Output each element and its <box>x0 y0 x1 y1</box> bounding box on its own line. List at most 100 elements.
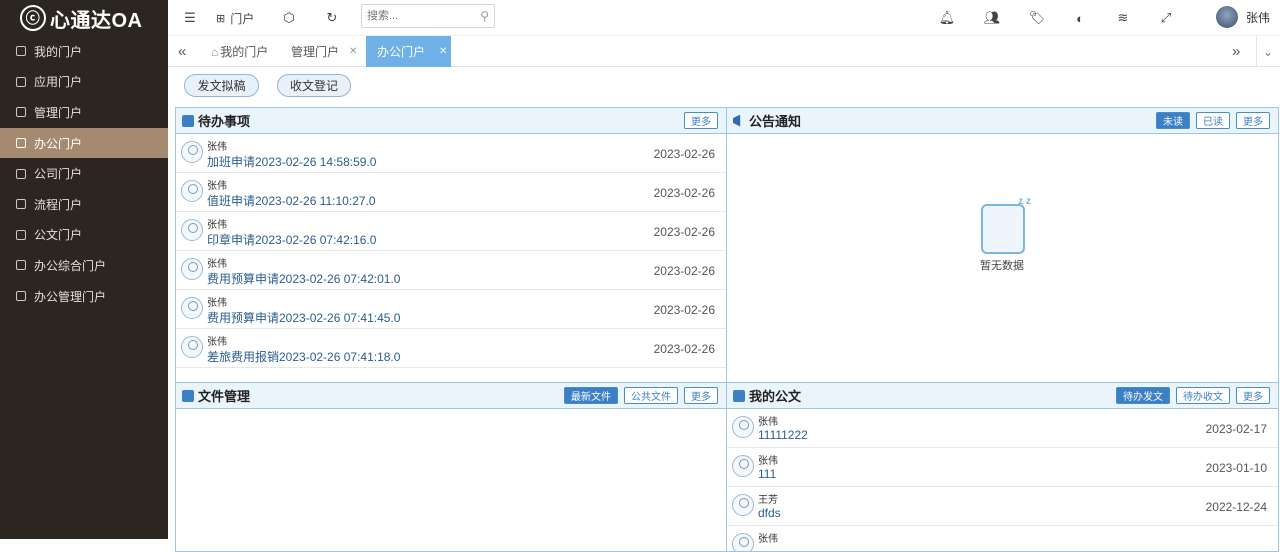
tab-my-portal[interactable]: ⌂ 我的门户 <box>202 36 277 67</box>
sidebar-item-6[interactable]: 公文门户 <box>0 220 168 251</box>
top-toolbar: ☰ ⊞ 门户 ⬡ ↻ ⚲ 🔔︎ 👥︎ 🏷︎ ◐ ≋ ⤢ 张伟 <box>168 0 1280 36</box>
tabs-scroll-left-icon[interactable]: « <box>178 36 186 67</box>
list-item[interactable]: 张伟 <box>727 526 1278 551</box>
portal-icon <box>16 107 26 118</box>
bell-icon[interactable]: 🔔︎ <box>939 10 956 26</box>
menu-icon[interactable]: ☰ <box>182 10 198 26</box>
latest-files-button[interactable]: 最新文件 <box>564 387 618 404</box>
user-menu[interactable]: 张伟 <box>1215 6 1270 28</box>
list-item[interactable]: 张伟 印章申请2023-02-26 07:42:16.0 2023-02-26 <box>176 212 726 251</box>
tab-office-portal[interactable]: 办公门户 ✕ <box>366 36 451 67</box>
my-documents-list: 张伟 11111222 2023-02-17 张伟 111 2023-01-10 王芳 dfd… <box>727 409 1278 551</box>
item-title-link[interactable]: 111 <box>758 467 776 481</box>
notice-more-button[interactable]: 更多 <box>1236 112 1270 129</box>
user-avatar-icon <box>181 141 203 163</box>
pending-send-button[interactable]: 待办发文 <box>1116 387 1170 404</box>
item-title-link[interactable]: 印章申请2023-02-26 07:42:16.0 <box>207 231 376 248</box>
home-icon: ⌂ <box>211 44 219 59</box>
search-icon[interactable]: ⚲ <box>480 9 489 23</box>
sidebar-item-8[interactable]: 办公管理门户 <box>0 281 168 312</box>
avatar <box>1215 6 1238 28</box>
item-title-link[interactable]: 差旅费用报销2023-02-26 07:41:18.0 <box>207 348 400 365</box>
item-title-link[interactable]: 费用预算申请2023-02-26 07:42:01.0 <box>207 270 400 287</box>
list-item[interactable]: 张伟 差旅费用报销2023-02-26 07:41:18.0 2023-02-26 <box>176 329 726 368</box>
portal-icon <box>16 229 26 240</box>
item-title-link[interactable]: dfds <box>758 506 781 520</box>
tab-admin-portal[interactable]: 管理门户 ✕ <box>280 36 368 67</box>
todo-panel-header: 待办事项 更多 <box>176 108 726 134</box>
item-user: 张伟 <box>207 337 227 348</box>
action-bar: 发文拟稿 收文登记 <box>168 67 1280 103</box>
empty-text: 暂无数据 <box>980 260 1024 272</box>
sidebar-item-0[interactable]: 我的门户 <box>0 36 168 67</box>
files-more-button[interactable]: 更多 <box>684 387 718 404</box>
sidebar-item-3[interactable]: 办公门户 <box>0 127 168 159</box>
list-item[interactable]: 张伟 11111222 2023-02-17 <box>727 409 1278 448</box>
sidebar-item-2[interactable]: 管理门户 <box>0 97 168 128</box>
todo-list: 张伟 加班申请2023-02-26 14:58:59.0 2023-02-26 张伟值… <box>176 134 726 368</box>
sidebar-item-7[interactable]: 办公综合门户 <box>0 250 168 281</box>
portal-icon <box>16 168 26 179</box>
unread-tab-button[interactable]: 未读 <box>1156 112 1190 129</box>
read-tab-button[interactable]: 已读 <box>1196 112 1230 129</box>
refresh-icon[interactable]: ↻ <box>324 10 340 26</box>
item-user: 张伟 <box>758 456 778 467</box>
contacts-icon[interactable]: 👥︎ <box>984 10 1001 26</box>
portal-icon <box>16 291 26 302</box>
inbox-icon <box>733 389 745 402</box>
my-documents-more-button[interactable]: 更多 <box>1236 387 1270 404</box>
item-date: 2023-02-26 <box>653 264 715 278</box>
item-title-link[interactable]: 费用预算申请2023-02-26 07:41:45.0 <box>207 309 400 326</box>
item-title-link[interactable]: 值班申请2023-02-26 11:10:27.0 <box>207 192 376 209</box>
sidebar-item-1[interactable]: 应用门户 <box>0 67 168 98</box>
user-avatar-icon <box>181 258 203 280</box>
close-icon[interactable]: ✕ <box>439 46 447 57</box>
empty-sleeping-icon: z z <box>981 196 1031 254</box>
list-item[interactable]: 王芳 dfds 2022-12-24 <box>727 487 1278 526</box>
item-date: 2023-02-26 <box>653 225 715 239</box>
sidebar-item-5[interactable]: 流程门户 <box>0 189 168 220</box>
list-item[interactable]: 张伟 费用预算申请2023-02-26 07:41:45.0 2023-02-26 <box>176 290 726 329</box>
tabs-menu-chevron-down-icon[interactable]: ⌄ <box>1256 36 1273 67</box>
item-user: 张伟 <box>758 534 778 545</box>
item-user: 张伟 <box>207 220 227 231</box>
tabs-scroll-right-icon[interactable]: » <box>1232 36 1240 67</box>
item-title-link[interactable]: 加班申请2023-02-26 14:58:59.0 <box>207 153 376 170</box>
my-documents-panel-header: 我的公文 待办发文 待办收文 更多 <box>727 383 1278 409</box>
tab-bar: « ⌂ 我的门户 管理门户 ✕ 办公门户 ✕ » ⌄ <box>168 36 1280 67</box>
sidebar-item-label: 我的门户 <box>34 44 83 59</box>
list-item[interactable]: 张伟 111 2023-01-10 <box>727 448 1278 487</box>
user-name: 张伟 <box>1245 10 1270 25</box>
cube-icon[interactable]: ⬡ <box>281 10 297 26</box>
draft-document-button[interactable]: 发文拟稿 <box>184 74 259 97</box>
list-item[interactable]: 张伟 加班申请2023-02-26 14:58:59.0 2023-02-26 <box>176 134 726 173</box>
notice-panel-header: 公告通知 未读 已读 更多 <box>727 108 1278 134</box>
portal-switch-button[interactable]: ⊞ 门户 <box>216 10 256 26</box>
item-date: 2023-02-26 <box>653 186 715 200</box>
app-logo[interactable]: ⓒ 心通达OA <box>0 0 168 36</box>
item-title-link[interactable]: 11111222 <box>758 428 808 442</box>
fullscreen-icon[interactable]: ⤢ <box>1158 10 1174 26</box>
todo-more-button[interactable]: 更多 <box>684 112 718 129</box>
layers-icon[interactable]: ≋ <box>1115 10 1131 26</box>
register-received-button[interactable]: 收文登记 <box>277 74 351 97</box>
portal-icon: ⊞ <box>216 12 226 25</box>
portal-icon <box>16 138 26 149</box>
tab-label: 管理门户 <box>291 45 340 59</box>
sidebar-item-4[interactable]: 公司门户 <box>0 158 168 189</box>
sidebar-item-label: 办公门户 <box>34 136 83 151</box>
theme-icon[interactable]: ◐ <box>1072 10 1088 26</box>
public-files-button[interactable]: 公共文件 <box>624 387 678 404</box>
close-icon[interactable]: ✕ <box>349 46 357 57</box>
sidebar-item-label: 管理门户 <box>34 105 83 120</box>
portal-icon <box>16 199 26 210</box>
portal-icon <box>16 46 26 57</box>
tag-icon[interactable]: 🏷︎ <box>1029 10 1046 26</box>
pending-receive-button[interactable]: 待办收文 <box>1176 387 1230 404</box>
user-avatar-icon <box>732 455 754 477</box>
sidebar-item-label: 办公综合门户 <box>34 258 107 273</box>
portal-icon <box>16 260 26 271</box>
list-item[interactable]: 张伟 值班申请2023-02-26 11:10:27.0 2023-02-26 <box>176 173 726 212</box>
search-input[interactable] <box>362 5 472 27</box>
list-item[interactable]: 张伟 费用预算申请2023-02-26 07:42:01.0 2023-02-26 <box>176 251 726 290</box>
